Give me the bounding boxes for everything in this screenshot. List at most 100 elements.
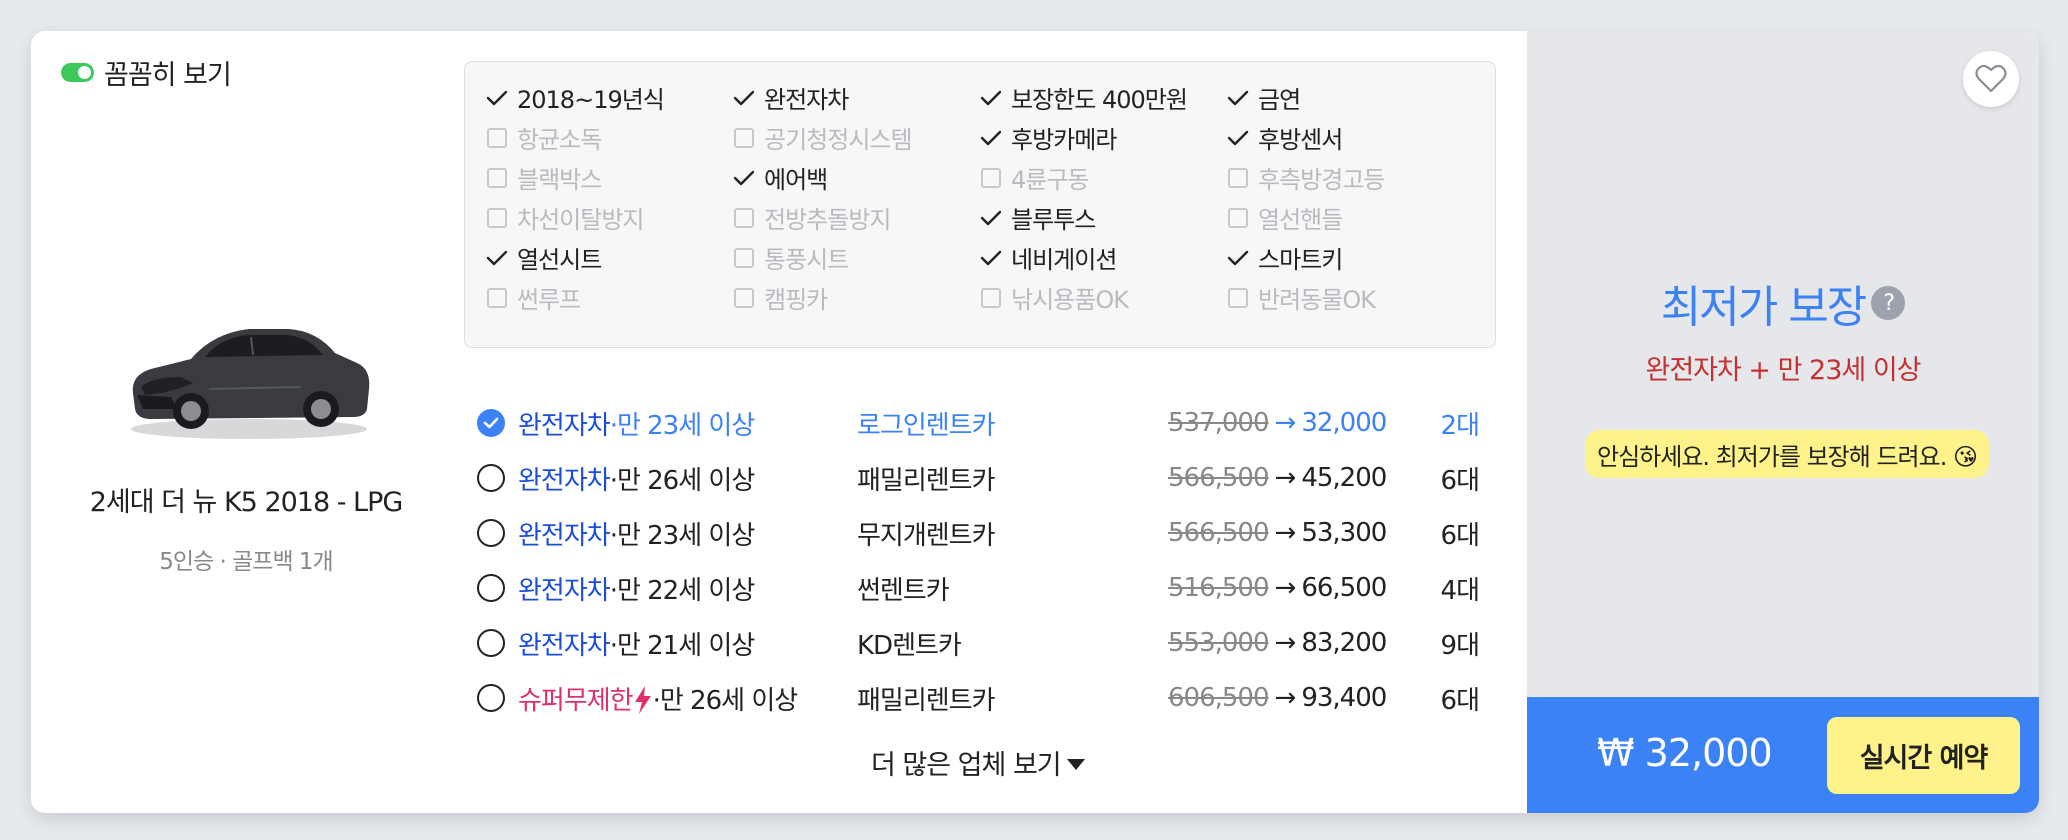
- detail-toggle[interactable]: 꼼꼼히 보기: [61, 53, 232, 92]
- car-count: 2대: [1440, 410, 1480, 441]
- radio-icon[interactable]: [477, 519, 505, 547]
- checkbox-empty-icon: [734, 287, 754, 308]
- option-label: 후측방경고등: [1258, 166, 1385, 194]
- insurance-tag: 완전자차: [518, 630, 611, 661]
- option-item: 2018~19년식: [485, 80, 665, 115]
- option-item: 4륜구동: [979, 160, 1090, 195]
- checkmark-icon: [980, 250, 1002, 265]
- original-price: 537,000: [1168, 408, 1270, 438]
- checkbox-empty-icon: [1228, 287, 1248, 308]
- favorite-button[interactable]: [1963, 51, 2019, 107]
- radio-icon[interactable]: [477, 464, 505, 492]
- option-label: 썬루프: [517, 286, 581, 314]
- age-requirement: ·만 26세 이상: [609, 465, 756, 496]
- radio-icon[interactable]: [477, 684, 505, 712]
- checkmark-icon: [1227, 250, 1249, 265]
- option-label: 공기청정시스템: [764, 126, 913, 154]
- option-label: 금연: [1258, 86, 1301, 114]
- age-requirement: ·만 21세 이상: [609, 630, 756, 661]
- offer-row[interactable]: 슈퍼무제한 ·만 26세 이상 패밀리렌트카 606,500 → 93,400 6대: [471, 672, 1493, 724]
- age-requirement: ·만 23세 이상: [609, 520, 756, 551]
- discount-price: 66,500: [1301, 573, 1387, 603]
- checkbox-empty-icon: [1228, 207, 1248, 228]
- offer-price: 566,500 → 53,300: [1168, 518, 1387, 548]
- option-label: 후방센서: [1258, 126, 1343, 154]
- discount-price: 32,000: [1301, 408, 1387, 438]
- option-label: 2018~19년식: [517, 86, 665, 114]
- insurance-tag: 완전자차: [518, 520, 611, 551]
- offer-row[interactable]: 완전자차·만 23세 이상 로그인렌트카 537,000 → 32,000 2대: [471, 397, 1493, 449]
- best-price-title: 최저가 보장 ?: [1527, 271, 2039, 335]
- offer-row[interactable]: 완전자차·만 26세 이상 패밀리렌트카 566,500 → 45,200 6대: [471, 452, 1493, 504]
- offer-row[interactable]: 완전자차·만 22세 이상 썬렌트카 516,500 → 66,500 4대: [471, 562, 1493, 614]
- option-item: 공기청정시스템: [732, 120, 913, 155]
- offer-condition: 완전자차·만 23세 이상: [518, 405, 755, 442]
- option-item: 스마트키: [1226, 240, 1343, 275]
- car-count: 6대: [1440, 520, 1480, 551]
- option-label: 스마트키: [1258, 246, 1343, 274]
- checkmark-icon: [980, 210, 1002, 225]
- option-item: 후측방경고등: [1226, 160, 1385, 195]
- toggle-label: 꼼꼼히 보기: [104, 60, 232, 91]
- offer-row[interactable]: 완전자차·만 21세 이상 KD렌트카 553,000 → 83,200 9대: [471, 617, 1493, 669]
- car-spec: 5인승 · 골프백 1개: [159, 549, 333, 575]
- offer-condition: 완전자차·만 22세 이상: [518, 570, 755, 607]
- checkmark-icon: [1227, 130, 1249, 145]
- company-name: 패밀리렌트카: [857, 465, 996, 496]
- rental-card: 꼼꼼히 보기 2세대 더 뉴 K5 2018 - LPG 5인승 · 골프백 1…: [31, 31, 2039, 813]
- original-price: 566,500: [1168, 518, 1270, 548]
- offer-condition: 완전자차·만 21세 이상: [518, 625, 756, 662]
- company-name: 로그인렌트카: [857, 410, 996, 441]
- checkbox-empty-icon: [734, 247, 754, 268]
- toggle-switch[interactable]: [61, 63, 94, 82]
- company-name: 무지개렌트카: [857, 520, 996, 551]
- reserve-button[interactable]: 실시간 예약: [1827, 717, 2020, 794]
- option-label: 캠핑카: [764, 286, 828, 314]
- option-item: 금연: [1226, 80, 1301, 115]
- offer-price: 553,000 → 83,200: [1168, 628, 1387, 658]
- original-price: 516,500: [1168, 573, 1270, 603]
- checkout-bar: ₩ 32,000 실시간 예약: [1527, 697, 2039, 813]
- options-panel: 2018~19년식 완전자차 보장한도 400만원 금연 항균소독 공기청정시스템 후방카메…: [464, 61, 1496, 348]
- arrow-right-icon: →: [1274, 518, 1297, 548]
- option-item: 네비게이션: [979, 240, 1117, 275]
- checkbox-empty-icon: [487, 287, 507, 308]
- option-item: 보장한도 400만원: [979, 80, 1188, 115]
- insurance-tag: 슈퍼무제한: [518, 685, 634, 716]
- checkbox-empty-icon: [487, 127, 507, 148]
- option-label: 4륜구동: [1011, 166, 1090, 194]
- best-price-subtitle: 완전자차 + 만 23세 이상: [1645, 355, 1921, 386]
- car-count: 6대: [1440, 465, 1480, 496]
- discount-price: 93,400: [1301, 683, 1387, 713]
- option-item: 차선이탈방지: [485, 200, 644, 235]
- option-label: 네비게이션: [1011, 246, 1117, 274]
- checkbox-empty-icon: [487, 207, 507, 228]
- option-item: 블루투스: [979, 200, 1096, 235]
- option-item: 캠핑카: [732, 280, 828, 315]
- radio-checked-icon[interactable]: [477, 409, 505, 437]
- option-label: 후방카메라: [1011, 126, 1117, 154]
- option-item: 썬루프: [485, 280, 581, 315]
- original-price: 553,000: [1168, 628, 1270, 658]
- more-companies-label: 더 많은 업체 보기: [871, 750, 1062, 781]
- option-item: 낚시용품OK: [979, 280, 1129, 315]
- option-item: 열선시트: [485, 240, 602, 275]
- checkmark-icon: [733, 90, 755, 105]
- more-companies-button[interactable]: 더 많은 업체 보기: [871, 743, 1085, 782]
- arrow-right-icon: →: [1274, 408, 1297, 438]
- radio-icon[interactable]: [477, 574, 505, 602]
- help-icon[interactable]: ?: [1871, 286, 1906, 320]
- offer-row[interactable]: 완전자차·만 23세 이상 무지개렌트카 566,500 → 53,300 6대: [471, 507, 1493, 559]
- option-label: 반려동물OK: [1258, 286, 1376, 314]
- option-item: 후방카메라: [979, 120, 1117, 155]
- checkbox-empty-icon: [487, 167, 507, 188]
- radio-icon[interactable]: [477, 629, 505, 657]
- option-label: 블랙박스: [517, 166, 602, 194]
- option-label: 블루투스: [1011, 206, 1096, 234]
- insurance-tag: 완전자차: [518, 575, 611, 606]
- arrow-right-icon: →: [1274, 683, 1297, 713]
- insurance-tag: 완전자차: [518, 465, 611, 496]
- lightning-icon: [634, 685, 651, 714]
- checkbox-empty-icon: [734, 207, 754, 228]
- best-price-note: 안심하세요. 최저가를 보장해 드려요. 😘: [1585, 430, 1989, 478]
